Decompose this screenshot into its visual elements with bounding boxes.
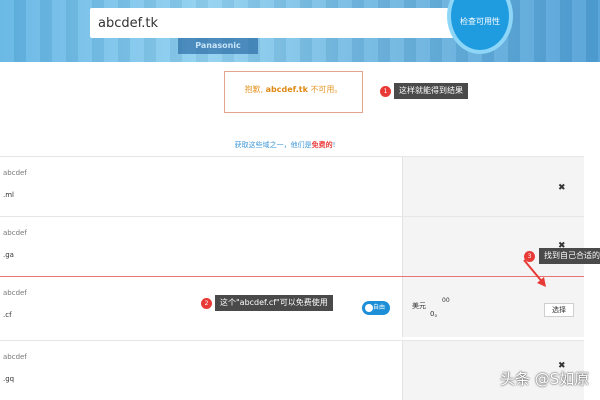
promo-text: 获取这些域之一，他们是 <box>234 141 312 149</box>
watermark: 头条 @S如原 <box>500 370 590 388</box>
callout-2-text: 这个"abcdef.cf"可以免费使用 <box>215 295 333 311</box>
row-domain-cell: abcdef .ml <box>0 157 402 217</box>
callout-1-dot: 1 <box>380 86 391 97</box>
row-domain-name: abcdef <box>3 229 27 237</box>
free-badge-label: 自由 <box>373 304 386 311</box>
free-domains-promo: 获取这些域之一，他们是免费的! <box>0 140 570 150</box>
table-row: abcdef .gq ✖ <box>0 340 584 400</box>
row-domain-tld: .ml <box>3 191 14 199</box>
result-message-box: 抱歉, abcdef.tk 不可用。 <box>224 71 363 113</box>
result-suffix: 不可用。 <box>310 85 343 94</box>
free-badge: 自由 <box>362 301 390 315</box>
domain-results-table: abcdef .ml ✖ abcdef .ga ✖ abcdef .cf 自由 … <box>0 156 584 400</box>
callout-1-text: 这样就能得到结果 <box>394 83 468 99</box>
table-row: abcdef .ml ✖ <box>0 156 584 217</box>
price-amount: 0。 <box>430 310 442 318</box>
row-domain-tld: .ga <box>3 251 14 259</box>
row-action-cell <box>402 157 584 217</box>
result-prefix: 抱歉, <box>244 85 264 94</box>
row-domain-name: abcdef <box>3 353 27 361</box>
page: Panasonic 检查可用性 抱歉, abcdef.tk 不可用。 1 这样就… <box>0 0 600 400</box>
banner-billboard: Panasonic <box>178 38 258 54</box>
promo-free: 免费的 <box>311 141 333 149</box>
select-domain-button[interactable]: 选择 <box>544 303 574 317</box>
header-banner: Panasonic 检查可用性 <box>0 0 600 62</box>
pointer-arrow-icon <box>523 259 546 287</box>
price-cents: 00 <box>442 297 450 304</box>
row-domain-name: abcdef <box>3 289 27 297</box>
unavailable-icon: ✖ <box>558 183 566 193</box>
callout-2-dot: 2 <box>201 298 212 309</box>
row-domain-tld: .cf <box>3 311 12 319</box>
row-domain-cell: abcdef .gq <box>0 341 402 400</box>
domain-search-input[interactable] <box>90 8 470 38</box>
toggle-knob-icon <box>365 304 373 312</box>
row-domain-name: abcdef <box>3 169 27 177</box>
promo-end: ! <box>332 141 336 149</box>
row-domain-tld: .gq <box>3 375 15 383</box>
row-domain-cell: abcdef .cf <box>0 277 402 337</box>
price-currency: 美元 <box>412 302 426 310</box>
row-action-cell <box>402 217 584 277</box>
result-domain: abcdef.tk <box>265 85 308 94</box>
row-domain-cell: abcdef .ga <box>0 217 402 277</box>
table-row: abcdef .ga ✖ <box>0 216 584 277</box>
billboard-text: Panasonic <box>195 41 241 50</box>
